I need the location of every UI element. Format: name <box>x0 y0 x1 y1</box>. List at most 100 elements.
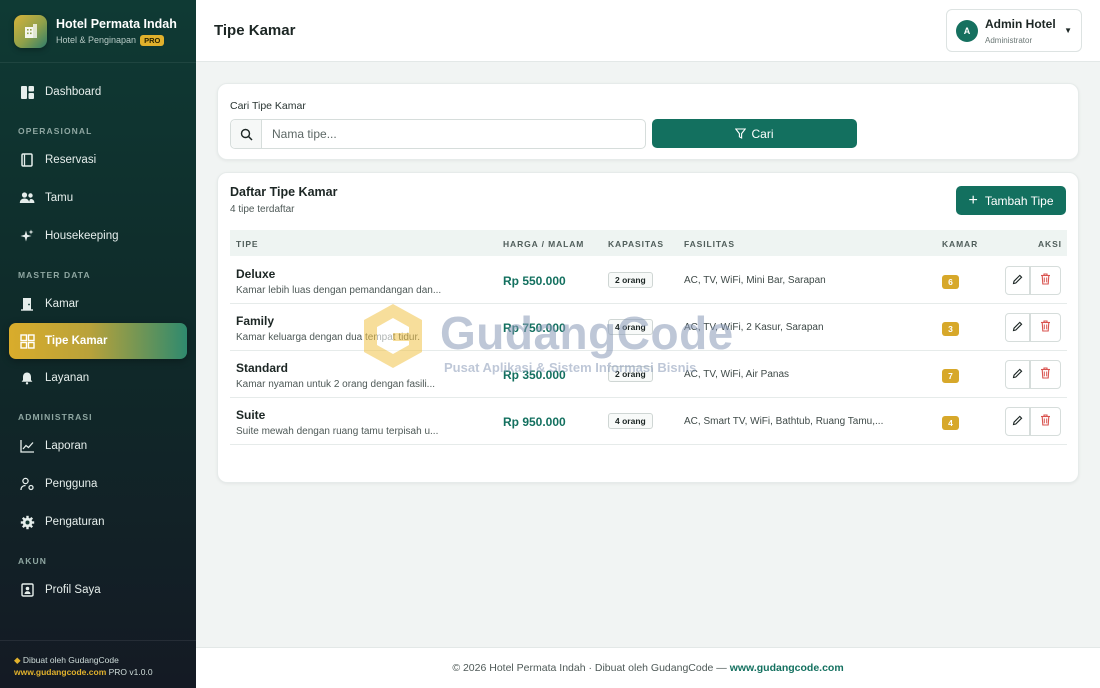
user-name: Admin Hotel <box>985 16 1056 31</box>
sidebar-item-pengguna[interactable]: Pengguna <box>0 465 187 503</box>
edit-button[interactable] <box>1005 360 1030 389</box>
user-gear-icon <box>18 475 36 493</box>
sidebar-version: PRO v1.0.0 <box>108 667 153 677</box>
table-row: Deluxe Kamar lebih luas dengan pemandang… <box>230 257 1067 304</box>
row-name: Deluxe <box>236 267 276 281</box>
filter-icon <box>735 128 747 139</box>
sidebar-credit: Dibuat oleh GudangCode <box>22 655 119 665</box>
row-room-count: 7 <box>942 369 959 383</box>
user-role: Administrator <box>985 35 1033 45</box>
sidebar-item-label: Kamar <box>45 298 79 310</box>
trash-icon <box>1040 272 1051 290</box>
gear-icon <box>18 513 36 531</box>
section-master-data: MASTER DATA <box>18 270 91 280</box>
table-row: Family Kamar keluarga dengan dua tempat … <box>230 304 1067 351</box>
row-room-count: 6 <box>942 275 959 289</box>
search-button-label: Cari <box>751 126 774 141</box>
delete-button[interactable] <box>1030 360 1061 389</box>
col-harga: HARGA / MALAM <box>503 239 585 249</box>
row-name: Standard <box>236 361 289 375</box>
page-footer: © 2026 Hotel Permata Indah · Dibuat oleh… <box>196 647 1100 688</box>
sidebar-item-label: Dashboard <box>45 86 102 98</box>
search-label: Cari Tipe Kamar <box>230 100 306 112</box>
search-card: Cari Tipe Kamar Cari <box>217 83 1079 160</box>
door-icon <box>18 295 36 313</box>
diamond-icon: ◆ <box>14 655 21 665</box>
row-facilities: AC, TV, WiFi, Air Panas <box>684 369 790 380</box>
row-name: Suite <box>236 408 266 422</box>
section-operasional: OPERASIONAL <box>18 126 93 136</box>
row-room-count: 4 <box>942 416 959 430</box>
col-fasilitas: FASILITAS <box>684 239 735 249</box>
row-room-count: 3 <box>942 322 959 336</box>
search-icon <box>231 120 262 148</box>
section-administrasi: ADMINISTRASI <box>18 412 93 422</box>
search-button[interactable]: Cari <box>652 119 857 148</box>
grid-icon <box>18 332 36 350</box>
row-desc: Kamar lebih luas dengan pemandangan dan.… <box>236 285 442 296</box>
sidebar-item-label: Pengaturan <box>45 516 105 528</box>
sidebar-item-kamar[interactable]: Kamar <box>0 285 187 323</box>
row-facilities: AC, TV, WiFi, 2 Kasur, Sarapan <box>684 322 824 333</box>
pro-badge: PRO <box>140 34 165 46</box>
col-kapasitas: KAPASITAS <box>608 239 664 249</box>
avatar: A <box>956 19 978 42</box>
row-desc: Suite mewah dengan ruang tamu terpisah u… <box>236 426 439 437</box>
edit-button[interactable] <box>1005 407 1030 436</box>
sidebar: Hotel Permata Indah Hotel & Penginapan PR… <box>0 0 196 688</box>
table-header: TIPE HARGA / MALAM KAPASITAS FASILITAS K… <box>230 230 1067 256</box>
row-desc: Kamar keluarga dengan dua tempat tidur. <box>236 332 421 343</box>
row-desc: Kamar nyaman untuk 2 orang dengan fasili… <box>236 379 436 390</box>
edit-button[interactable] <box>1005 266 1030 295</box>
delete-button[interactable] <box>1030 407 1061 436</box>
delete-button[interactable] <box>1030 313 1061 342</box>
table-row: Suite Suite mewah dengan ruang tamu terp… <box>230 398 1067 445</box>
sidebar-item-pengaturan[interactable]: Pengaturan <box>0 503 187 541</box>
sidebar-item-label: Reservasi <box>45 154 97 166</box>
sidebar-footer: ◆ Dibuat oleh GudangCode www.gudangcode.… <box>0 640 196 688</box>
sidebar-item-label: Tipe Kamar <box>45 335 108 347</box>
sidebar-item-label: Housekeeping <box>45 230 119 242</box>
pencil-icon <box>1012 413 1023 431</box>
delete-button[interactable] <box>1030 266 1061 295</box>
dashboard-icon <box>18 83 36 101</box>
sidebar-item-label: Tamu <box>45 192 74 204</box>
sidebar-item-reservasi[interactable]: Reservasi <box>0 141 187 179</box>
add-type-label: Tambah Tipe <box>984 193 1054 208</box>
brand-subtitle: Hotel & Penginapan <box>56 35 137 45</box>
pencil-icon <box>1012 272 1023 290</box>
row-price: Rp 350.000 <box>503 368 566 382</box>
trash-icon <box>1040 319 1051 337</box>
sidebar-item-profil[interactable]: Profil Saya <box>0 571 187 609</box>
sidebar-item-dashboard[interactable]: Dashboard <box>0 73 187 111</box>
trash-icon <box>1040 366 1051 384</box>
row-price: Rp 550.000 <box>503 274 566 288</box>
sidebar-item-laporan[interactable]: Laporan <box>0 427 187 465</box>
brand[interactable]: Hotel Permata Indah Hotel & Penginapan PR… <box>0 0 196 63</box>
sidebar-item-layanan[interactable]: Layanan <box>0 359 187 397</box>
pencil-icon <box>1012 319 1023 337</box>
row-facilities: AC, Smart TV, WiFi, Bathtub, Ruang Tamu,… <box>684 416 884 427</box>
col-kamar: KAMAR <box>942 239 979 249</box>
topbar: Tipe Kamar A Admin Hotel Administrator ▼ <box>196 0 1100 62</box>
row-capacity: 2 orang <box>608 366 653 382</box>
caret-down-icon: ▼ <box>1064 26 1072 35</box>
add-type-button[interactable]: + Tambah Tipe <box>956 186 1066 215</box>
search-input[interactable] <box>262 121 645 147</box>
chart-line-icon <box>18 437 36 455</box>
sidebar-site-link[interactable]: www.gudangcode.com <box>14 667 106 677</box>
people-icon <box>18 189 36 207</box>
section-akun: AKUN <box>18 556 47 566</box>
row-facilities: AC, TV, WiFi, Mini Bar, Sarapan <box>684 275 826 286</box>
sidebar-item-tamu[interactable]: Tamu <box>0 179 187 217</box>
sidebar-item-housekeeping[interactable]: Housekeeping <box>0 217 187 255</box>
page-title: Tipe Kamar <box>214 22 296 39</box>
sidebar-item-label: Profil Saya <box>45 584 101 596</box>
user-menu[interactable]: A Admin Hotel Administrator ▼ <box>946 9 1082 52</box>
row-price: Rp 750.000 <box>503 321 566 335</box>
row-capacity: 4 orang <box>608 319 653 335</box>
sidebar-item-tipe-kamar[interactable]: Tipe Kamar <box>9 323 187 359</box>
footer-link[interactable]: www.gudangcode.com <box>730 662 844 674</box>
plus-icon: + <box>968 191 978 209</box>
edit-button[interactable] <box>1005 313 1030 342</box>
